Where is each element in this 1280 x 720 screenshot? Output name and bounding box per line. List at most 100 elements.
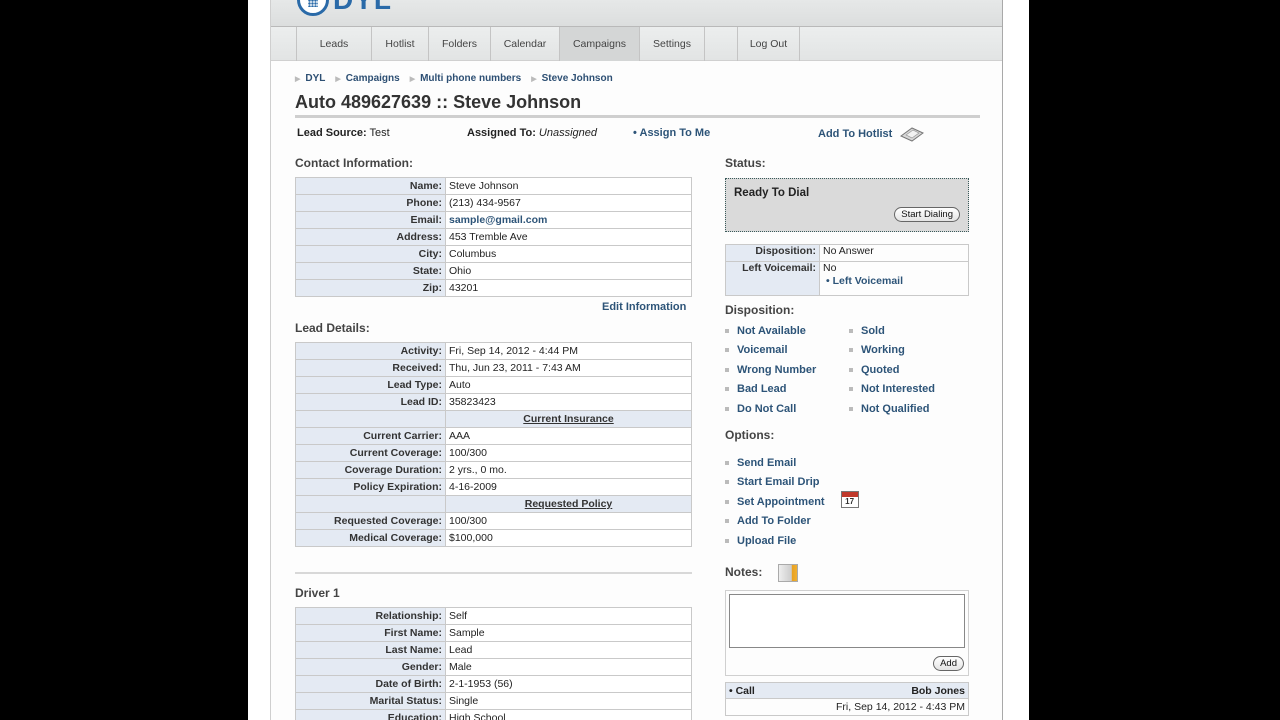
voicemail-value: No	[823, 262, 837, 274]
list-item[interactable]: Not Qualified	[849, 399, 935, 419]
start-email-drip-link[interactable]: Start Email Drip	[737, 476, 820, 488]
bullet-icon	[725, 499, 729, 504]
list-item[interactable]: Start Email Drip	[725, 473, 859, 493]
nav-settings[interactable]: Settings	[639, 27, 704, 61]
lead-type-value: Auto	[445, 376, 692, 394]
table-row: Medical Coverage: $100,000	[295, 529, 692, 547]
add-to-folder-link[interactable]: Add To Folder	[737, 515, 811, 527]
name-value: Steve Johnson	[445, 177, 692, 195]
disposition-voicemail[interactable]: Voicemail	[737, 344, 788, 356]
status-text: Ready To Dial	[734, 187, 810, 199]
field-label: Policy Expiration:	[295, 478, 446, 496]
nav-leads[interactable]: Leads	[296, 27, 371, 61]
add-to-hotlist-link[interactable]: Add To Hotlist	[818, 128, 892, 140]
logo[interactable]: DYL	[297, 0, 392, 16]
table-row: Current Insurance	[295, 410, 692, 428]
bullet-icon	[725, 406, 729, 411]
disposition-bad-lead[interactable]: Bad Lead	[737, 383, 787, 395]
disposition-wrong-number[interactable]: Wrong Number	[737, 364, 816, 376]
table-row: Left Voicemail: No • Left Voicemail	[725, 261, 969, 296]
lead-id-value: 35823423	[445, 393, 692, 411]
list-item[interactable]: Upload File	[725, 531, 859, 551]
disposition-value: No Answer	[819, 244, 969, 262]
upload-file-link[interactable]: Upload File	[737, 535, 796, 547]
assign-to-me-link[interactable]: • Assign To Me	[633, 127, 710, 139]
list-item[interactable]: Wrong Number	[725, 360, 816, 380]
start-dialing-button[interactable]: Start Dialing	[894, 207, 960, 222]
header: DYL	[271, 0, 1002, 27]
edit-information-link[interactable]: Edit Information	[602, 301, 686, 313]
breadcrumb-lead[interactable]: Steve Johnson	[542, 73, 613, 84]
field-label: Phone:	[295, 194, 446, 212]
breadcrumb-campaign[interactable]: Multi phone numbers	[420, 73, 521, 84]
table-row: Zip: 43201	[295, 279, 692, 297]
email-link[interactable]: sample@gmail.com	[449, 214, 547, 226]
table-row: State: Ohio	[295, 262, 692, 280]
calendar-icon[interactable]: 17	[840, 491, 859, 509]
disposition-list-left: Not Available Voicemail Wrong Number Bad…	[725, 321, 816, 419]
bullet-icon	[849, 328, 853, 333]
disposition-working[interactable]: Working	[861, 344, 905, 356]
table-row: Name: Steve Johnson	[295, 177, 692, 195]
phone-icon[interactable]	[898, 125, 926, 143]
bullet-icon	[725, 328, 729, 333]
field-label: Activity:	[295, 342, 446, 360]
breadcrumb-item[interactable]: ▶ Steve Johnson	[531, 73, 613, 84]
disposition-do-not-call[interactable]: Do Not Call	[737, 403, 796, 415]
table-row: Date of Birth: 2-1-1953 (56)	[295, 675, 692, 693]
field-label: Name:	[295, 177, 446, 195]
breadcrumb-campaigns[interactable]: Campaigns	[346, 73, 400, 84]
education-value: High School	[445, 709, 692, 720]
list-item[interactable]: Not Interested	[849, 380, 935, 400]
left-voicemail-link[interactable]: • Left Voicemail	[826, 275, 965, 287]
field-label: State:	[295, 262, 446, 280]
breadcrumb: ▶ DYL ▶ Campaigns ▶ Multi phone numbers ▶ St…	[295, 73, 623, 84]
list-item[interactable]: Sold	[849, 321, 935, 341]
disposition-list-right: Sold Working Quoted Not Interested Not Q…	[849, 321, 935, 419]
table-row: Gender: Male	[295, 658, 692, 676]
list-item[interactable]: Working	[849, 341, 935, 361]
list-item[interactable]: Do Not Call	[725, 399, 816, 419]
disposition-not-available[interactable]: Not Available	[737, 325, 806, 337]
list-item[interactable]: Add To Folder	[725, 512, 859, 532]
notes-textarea[interactable]	[729, 594, 965, 648]
lead-details-table: Activity: Fri, Sep 14, 2012 - 4:44 PM Rec…	[295, 342, 692, 547]
bullet-icon	[849, 367, 853, 372]
nav-calendar[interactable]: Calendar	[490, 27, 559, 61]
notebook-icon[interactable]	[778, 564, 798, 582]
nav-campaigns[interactable]: Campaigns	[559, 27, 639, 61]
disposition-not-interested[interactable]: Not Interested	[861, 383, 935, 395]
list-item[interactable]: Set Appointment 17	[725, 491, 859, 512]
send-email-link[interactable]: Send Email	[737, 457, 796, 469]
nav-logout[interactable]: Log Out	[737, 27, 800, 61]
medical-coverage-value: $100,000	[445, 529, 692, 547]
field-label: Current Coverage:	[295, 444, 446, 462]
nav-hotlist[interactable]: Hotlist	[371, 27, 428, 61]
add-note-button[interactable]: Add	[933, 656, 964, 671]
breadcrumb-item[interactable]: ▶ Multi phone numbers	[410, 73, 522, 84]
list-item[interactable]: Voicemail	[725, 341, 816, 361]
list-item[interactable]: Quoted	[849, 360, 935, 380]
note-date: Fri, Sep 14, 2012 - 4:43 PM	[836, 701, 965, 713]
table-row: First Name: Sample	[295, 624, 692, 642]
disposition-not-qualified[interactable]: Not Qualified	[861, 403, 929, 415]
current-insurance-subheader: Current Insurance	[445, 410, 692, 428]
breadcrumb-item[interactable]: ▶ DYL	[295, 73, 325, 84]
breadcrumb-item[interactable]: ▶ Campaigns	[335, 73, 399, 84]
city-value: Columbus	[445, 245, 692, 263]
disposition-sold[interactable]: Sold	[861, 325, 885, 337]
set-appointment-link[interactable]: Set Appointment	[737, 496, 825, 508]
nav-blank[interactable]	[704, 27, 737, 61]
add-to-hotlist[interactable]: Add To Hotlist	[818, 125, 926, 143]
bullet-icon	[849, 406, 853, 411]
list-item[interactable]: Not Available	[725, 321, 816, 341]
list-item[interactable]: Bad Lead	[725, 380, 816, 400]
breadcrumb-dyl[interactable]: DYL	[305, 73, 325, 84]
field-label: Received:	[295, 359, 446, 377]
nav-folders[interactable]: Folders	[428, 27, 490, 61]
disposition-quoted[interactable]: Quoted	[861, 364, 900, 376]
assigned-to-value: Unassigned	[538, 127, 598, 139]
list-item[interactable]: Send Email	[725, 453, 859, 473]
status-title: Status:	[725, 156, 766, 170]
field-label: Coverage Duration:	[295, 461, 446, 479]
